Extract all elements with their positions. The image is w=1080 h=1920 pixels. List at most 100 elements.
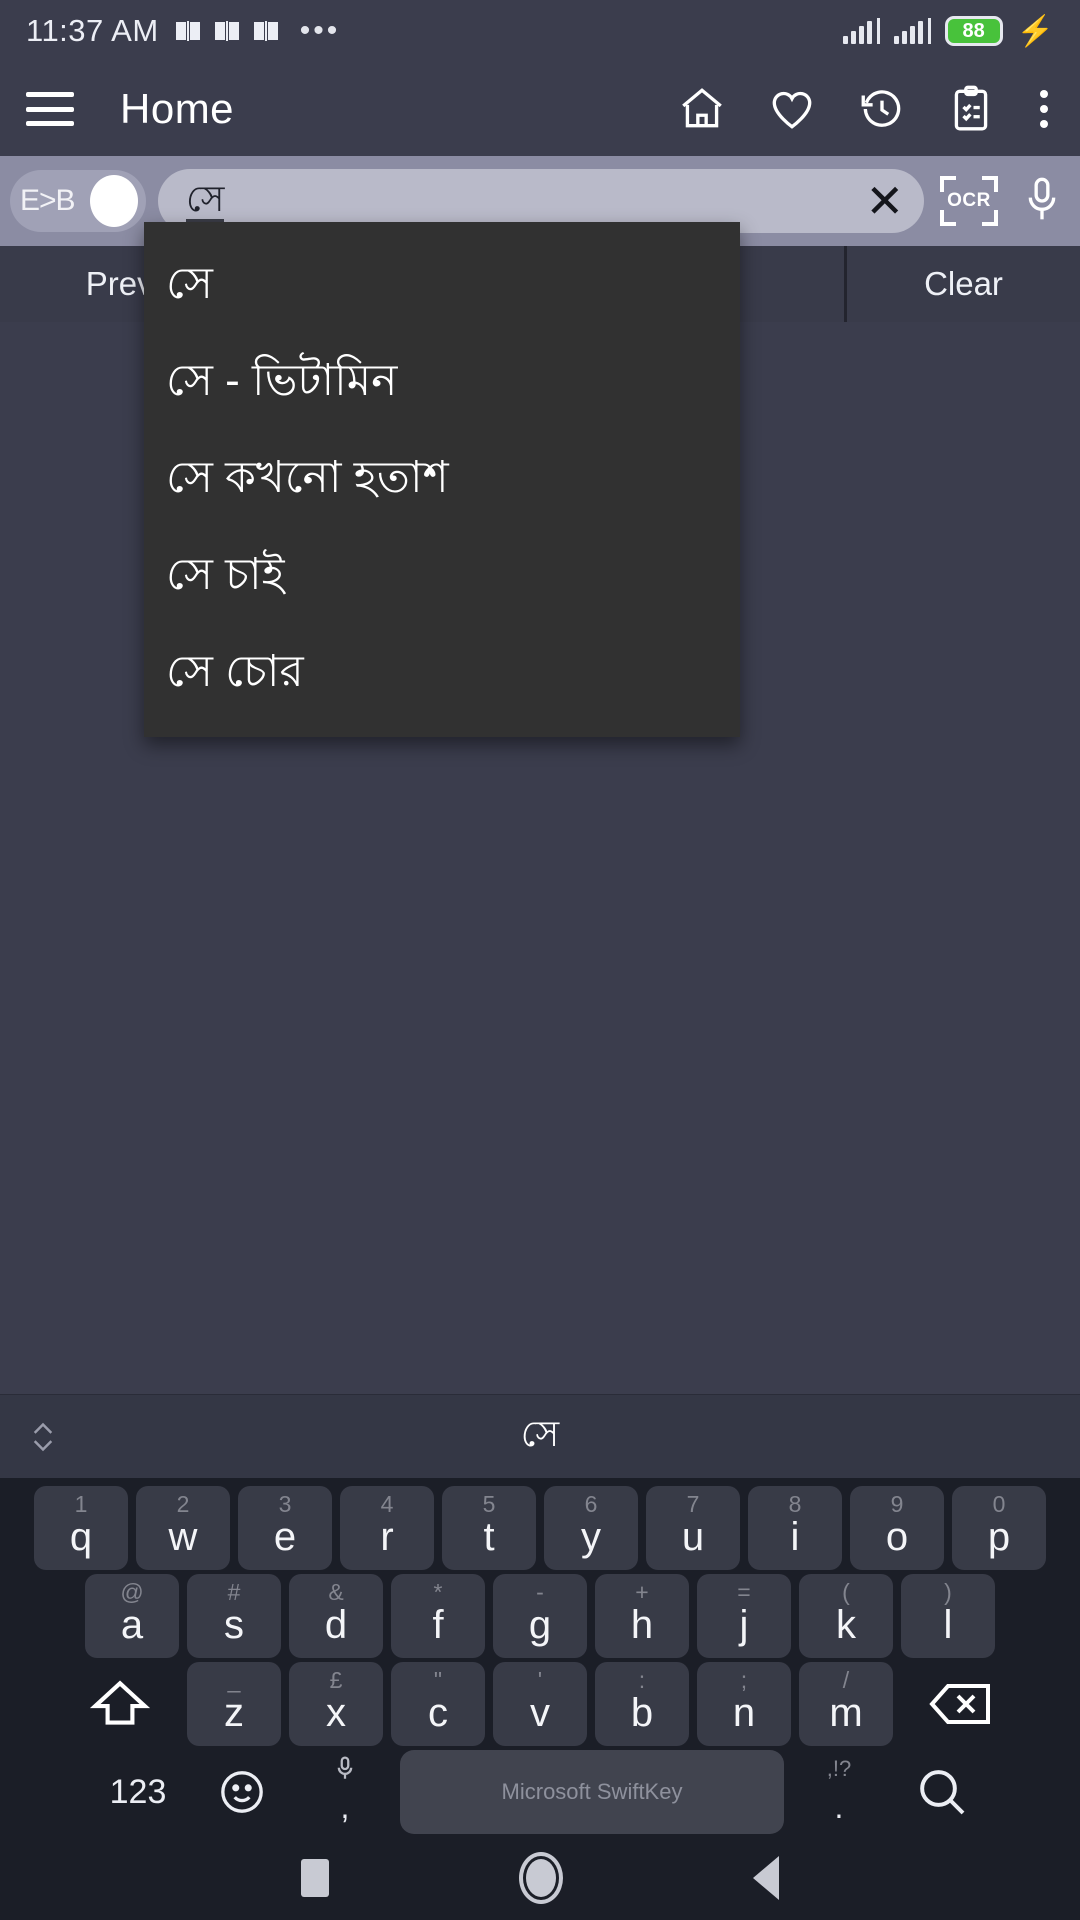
square-icon[interactable] (301, 1859, 329, 1897)
key-u[interactable]: 7u (646, 1486, 740, 1570)
key-n[interactable]: ; n (697, 1662, 791, 1746)
circle-icon[interactable] (519, 1852, 563, 1904)
key-m[interactable]: / m (799, 1662, 893, 1746)
key-hint: + (635, 1579, 649, 1605)
key-label: b (630, 1691, 654, 1735)
key-hint: 0 (992, 1491, 1006, 1517)
search-suggestions-dropdown: সে সে - ভিটামিন সে কখনো হতাশ সে চাই সে চ… (144, 222, 740, 737)
clipboard-check-icon[interactable] (946, 84, 996, 134)
book-icon (175, 20, 201, 42)
key-j[interactable]: = j (697, 1574, 791, 1658)
key-hint: 6 (584, 1491, 598, 1517)
key-f[interactable]: * f (391, 1574, 485, 1658)
keyboard-suggestion-strip: সে (0, 1394, 1080, 1478)
key-s[interactable]: # s (187, 1574, 281, 1658)
keyboard-row-3: _ z £ x " c ' v :b ; n / m (0, 1660, 1080, 1748)
key-p[interactable]: 0p (952, 1486, 1046, 1570)
key-e[interactable]: 3e (238, 1486, 332, 1570)
backspace-icon[interactable] (901, 1662, 1019, 1746)
key-c[interactable]: " c (391, 1662, 485, 1746)
key-k[interactable]: (k (799, 1574, 893, 1658)
key-label: e (273, 1515, 297, 1559)
key-label: s (224, 1603, 244, 1647)
key-q[interactable]: 1q (34, 1486, 128, 1570)
key-z[interactable]: _ z (187, 1662, 281, 1746)
key-y[interactable]: 6y (544, 1486, 638, 1570)
key-label: r (380, 1515, 394, 1559)
more-notifications-icon: ••• (299, 14, 341, 47)
key-label: q (69, 1515, 93, 1559)
microphone-icon[interactable] (1014, 174, 1070, 228)
hamburger-icon[interactable] (26, 92, 74, 126)
key-i[interactable]: 8i (748, 1486, 842, 1570)
status-notification-icons: ••• (175, 14, 341, 47)
signal-icon-sim2 (893, 18, 931, 44)
key-label: j (739, 1603, 749, 1647)
key-label: n (732, 1691, 756, 1735)
space-key[interactable]: Microsoft SwiftKey (400, 1750, 784, 1834)
key-t[interactable]: 5t (442, 1486, 536, 1570)
key-a[interactable]: @ a (85, 1574, 179, 1658)
key-label: p (987, 1515, 1011, 1559)
key-hint: & (328, 1579, 344, 1605)
virtual-keyboard: সে 1q 2w 3e 4r 5t 6y 7u 8i 9o 0p @ a # s &… (0, 1394, 1080, 1836)
key-label: l (943, 1603, 953, 1647)
list-item[interactable]: সে চাই (144, 529, 740, 626)
key-hint: ,!? (826, 1756, 852, 1781)
list-item[interactable]: সে - ভিটামিন (144, 335, 740, 432)
key-label: a (120, 1603, 144, 1647)
status-bar-left: 11:37 AM ••• (26, 13, 340, 49)
key-o[interactable]: 9o (850, 1486, 944, 1570)
microphone-icon (298, 1756, 392, 1788)
key-b[interactable]: :b (595, 1662, 689, 1746)
emoji-smiley-icon[interactable] (194, 1750, 290, 1834)
search-icon[interactable] (894, 1750, 990, 1834)
app-bar-actions (676, 84, 1054, 134)
comma-key[interactable]: , (298, 1750, 392, 1834)
keyboard-row-1: 1q 2w 3e 4r 5t 6y 7u 8i 9o 0p (0, 1484, 1080, 1572)
chevron-updown-icon[interactable] (28, 1419, 58, 1455)
keyboard-rows: 1q 2w 3e 4r 5t 6y 7u 8i 9o 0p @ a # s & d *… (0, 1478, 1080, 1836)
language-direction-toggle[interactable]: E>B (10, 170, 146, 232)
ocr-icon[interactable]: OCR (936, 170, 1002, 232)
triangle-back-icon[interactable] (753, 1856, 779, 1900)
key-hint: * (433, 1579, 443, 1605)
key-label: f (432, 1603, 444, 1647)
list-item[interactable]: সে কখনো হতাশ (144, 432, 740, 529)
status-time: 11:37 AM (26, 13, 159, 48)
key-g[interactable]: -g (493, 1574, 587, 1658)
shift-up-icon[interactable] (61, 1662, 179, 1746)
key-r[interactable]: 4r (340, 1486, 434, 1570)
key-v[interactable]: ' v (493, 1662, 587, 1746)
period-key[interactable]: ,!? . (792, 1750, 886, 1834)
numeric-mode-button[interactable]: 123 (90, 1750, 186, 1834)
toggle-label: E>B (20, 184, 76, 217)
clear-button[interactable]: Clear (844, 246, 1080, 322)
key-h[interactable]: + h (595, 1574, 689, 1658)
toggle-knob[interactable] (90, 175, 138, 227)
key-d[interactable]: & d (289, 1574, 383, 1658)
close-icon[interactable]: ✕ (865, 178, 904, 224)
key-hint: ( (842, 1579, 850, 1605)
key-hint: " (433, 1667, 443, 1693)
key-label: g (528, 1603, 552, 1647)
key-hint: : (638, 1667, 646, 1693)
list-item[interactable]: সে চোর (144, 626, 740, 723)
key-l[interactable]: ) l (901, 1574, 995, 1658)
key-hint: / (842, 1667, 850, 1693)
ocr-label: OCR (947, 190, 991, 211)
battery-percent: 88 (962, 19, 985, 42)
key-hint: 4 (380, 1491, 394, 1517)
list-item[interactable]: সে (144, 238, 740, 335)
home-icon[interactable] (676, 84, 728, 134)
key-w[interactable]: 2w (136, 1486, 230, 1570)
overflow-menu-icon[interactable] (1034, 90, 1054, 128)
key-x[interactable]: £ x (289, 1662, 383, 1746)
heart-icon[interactable] (766, 84, 818, 134)
signal-icon-sim1 (842, 18, 880, 44)
keyboard-suggestion-word[interactable]: সে (0, 1407, 1080, 1467)
history-icon[interactable] (856, 84, 908, 134)
key-hint: 8 (788, 1491, 802, 1517)
key-label: t (483, 1515, 495, 1559)
key-hint: @ (120, 1579, 144, 1605)
